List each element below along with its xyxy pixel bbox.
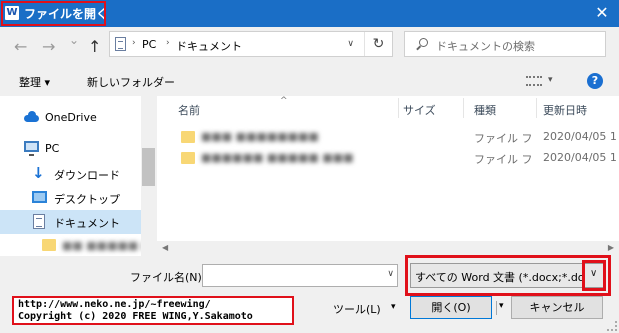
copyright-line: Copyright (c) 2020 FREE WING,Y.Sakamoto bbox=[18, 311, 253, 322]
sidebar-scrollbar[interactable] bbox=[141, 96, 156, 256]
scroll-left-icon[interactable]: ◀ bbox=[162, 243, 168, 252]
download-icon: ↓ bbox=[32, 164, 45, 182]
cancel-button[interactable]: キャンセル bbox=[511, 296, 603, 319]
file-modified: 2020/04/05 1 bbox=[543, 130, 617, 143]
filter-dropdown-icon[interactable]: ∨ bbox=[590, 268, 597, 279]
pc-icon bbox=[24, 141, 39, 156]
horizontal-scrollbar[interactable]: ◀ ▶ bbox=[157, 241, 619, 256]
file-type: ファイル フ bbox=[474, 153, 533, 166]
sidebar-item-pc[interactable]: PC bbox=[0, 137, 141, 161]
scrollbar-thumb[interactable] bbox=[142, 148, 155, 186]
title-highlight-box bbox=[1, 1, 106, 26]
breadcrumb-separator: › bbox=[166, 38, 170, 48]
documents-icon bbox=[33, 214, 45, 229]
column-divider[interactable] bbox=[398, 98, 399, 118]
search-placeholder: ドキュメントの検索 bbox=[436, 40, 535, 53]
url-line: http://www.neko.ne.jp/~freewing/ bbox=[18, 299, 211, 310]
folder-icon bbox=[181, 152, 195, 164]
sidebar-item-downloads[interactable]: ↓ ダウンロード bbox=[0, 162, 141, 186]
sidebar-item-label: デスクトップ bbox=[54, 193, 120, 206]
view-dropdown-icon[interactable]: ▾ bbox=[548, 75, 553, 85]
folder-icon bbox=[181, 131, 195, 143]
new-folder-button[interactable]: 新しいフォルダー bbox=[87, 74, 175, 90]
breadcrumb-separator: › bbox=[132, 38, 136, 48]
breadcrumb-documents[interactable]: ドキュメント bbox=[176, 38, 242, 54]
file-list: ^ 名前 サイズ 種類 更新日時 ■■■ ■■■■■■■■ ファイル フ 202… bbox=[157, 96, 619, 256]
onedrive-cloud-icon bbox=[24, 111, 39, 122]
file-modified: 2020/04/05 1 bbox=[543, 151, 617, 164]
organize-menu-button[interactable]: 整理 ▾ bbox=[19, 74, 50, 90]
up-folder-icon[interactable]: ↑ bbox=[88, 37, 101, 56]
file-row[interactable]: ■■■ ■■■■■■■■ ファイル フ 2020/04/05 1 bbox=[157, 126, 619, 148]
documents-icon bbox=[115, 37, 126, 51]
column-header-modified[interactable]: 更新日時 bbox=[543, 102, 587, 118]
sidebar-item-label: OneDrive bbox=[45, 111, 97, 124]
title-bar: W ファイルを開く ✕ bbox=[0, 0, 619, 27]
sidebar-item-documents[interactable]: ドキュメント bbox=[0, 210, 141, 234]
filename-input[interactable]: ∨ bbox=[202, 264, 398, 287]
open-options-dropdown-icon[interactable]: ▾ bbox=[496, 301, 506, 315]
column-header-type[interactable]: 種類 bbox=[474, 102, 496, 118]
column-header-size[interactable]: サイズ bbox=[403, 102, 436, 118]
copyright-note: http://www.neko.ne.jp/~freewing/ Copyrig… bbox=[12, 296, 294, 325]
filter-highlight-box bbox=[405, 255, 611, 296]
recent-locations-chevron-icon[interactable]: ⌄ bbox=[69, 33, 79, 47]
back-arrow-icon[interactable]: ← bbox=[14, 37, 27, 56]
resize-grip-icon[interactable] bbox=[607, 321, 617, 331]
file-name: ■■■ ■■■■■■■■ bbox=[201, 130, 319, 143]
forward-arrow-icon[interactable]: → bbox=[42, 37, 55, 56]
folder-icon bbox=[42, 239, 56, 251]
view-options-icon[interactable] bbox=[526, 76, 542, 86]
scroll-right-icon[interactable]: ▶ bbox=[608, 243, 614, 252]
tools-dropdown-icon[interactable]: ▾ bbox=[391, 302, 396, 312]
address-bar[interactable]: › PC › ドキュメント ∨ ↻ bbox=[109, 31, 393, 57]
sidebar-item-desktop[interactable]: デスクトップ bbox=[0, 186, 141, 210]
column-divider[interactable] bbox=[463, 98, 464, 118]
desktop-icon bbox=[32, 191, 47, 203]
file-type: ファイル フ bbox=[474, 132, 533, 145]
open-button[interactable]: 開く(O) bbox=[410, 296, 492, 319]
column-header-name[interactable]: 名前 bbox=[178, 102, 200, 118]
close-button[interactable]: ✕ bbox=[585, 0, 619, 27]
sidebar-item-folder[interactable]: ■■ ■■■■■ ■■ bbox=[0, 234, 156, 256]
sort-up-icon: ^ bbox=[280, 96, 288, 106]
sidebar-item-label: ドキュメント bbox=[54, 217, 120, 230]
file-row[interactable]: ■■■■■■ ■■■■■ ■■■ ファイル フ 2020/04/05 1 bbox=[157, 147, 619, 169]
address-dropdown-icon[interactable]: ∨ bbox=[347, 39, 354, 49]
sidebar-item-onedrive[interactable]: OneDrive bbox=[0, 106, 141, 130]
column-divider[interactable] bbox=[536, 98, 537, 118]
sidebar-item-label: PC bbox=[45, 142, 60, 155]
file-name: ■■■■■■ ■■■■■ ■■■ bbox=[201, 151, 354, 164]
tools-menu-button[interactable]: ツール(L) bbox=[333, 301, 381, 317]
refresh-button[interactable]: ↻ bbox=[364, 32, 392, 56]
search-icon bbox=[419, 38, 428, 47]
filename-label: ファイル名(N): bbox=[130, 271, 206, 284]
filename-dropdown-icon[interactable]: ∨ bbox=[387, 269, 394, 279]
help-icon[interactable]: ? bbox=[587, 73, 603, 89]
sidebar-item-label: ダウンロード bbox=[54, 169, 120, 182]
search-input[interactable]: ドキュメントの検索 bbox=[404, 31, 606, 57]
navigation-pane: OneDrive PC ↓ ダウンロード デスクトップ ドキュメント ■■ ■■… bbox=[0, 96, 156, 256]
breadcrumb-pc[interactable]: PC bbox=[142, 38, 156, 51]
